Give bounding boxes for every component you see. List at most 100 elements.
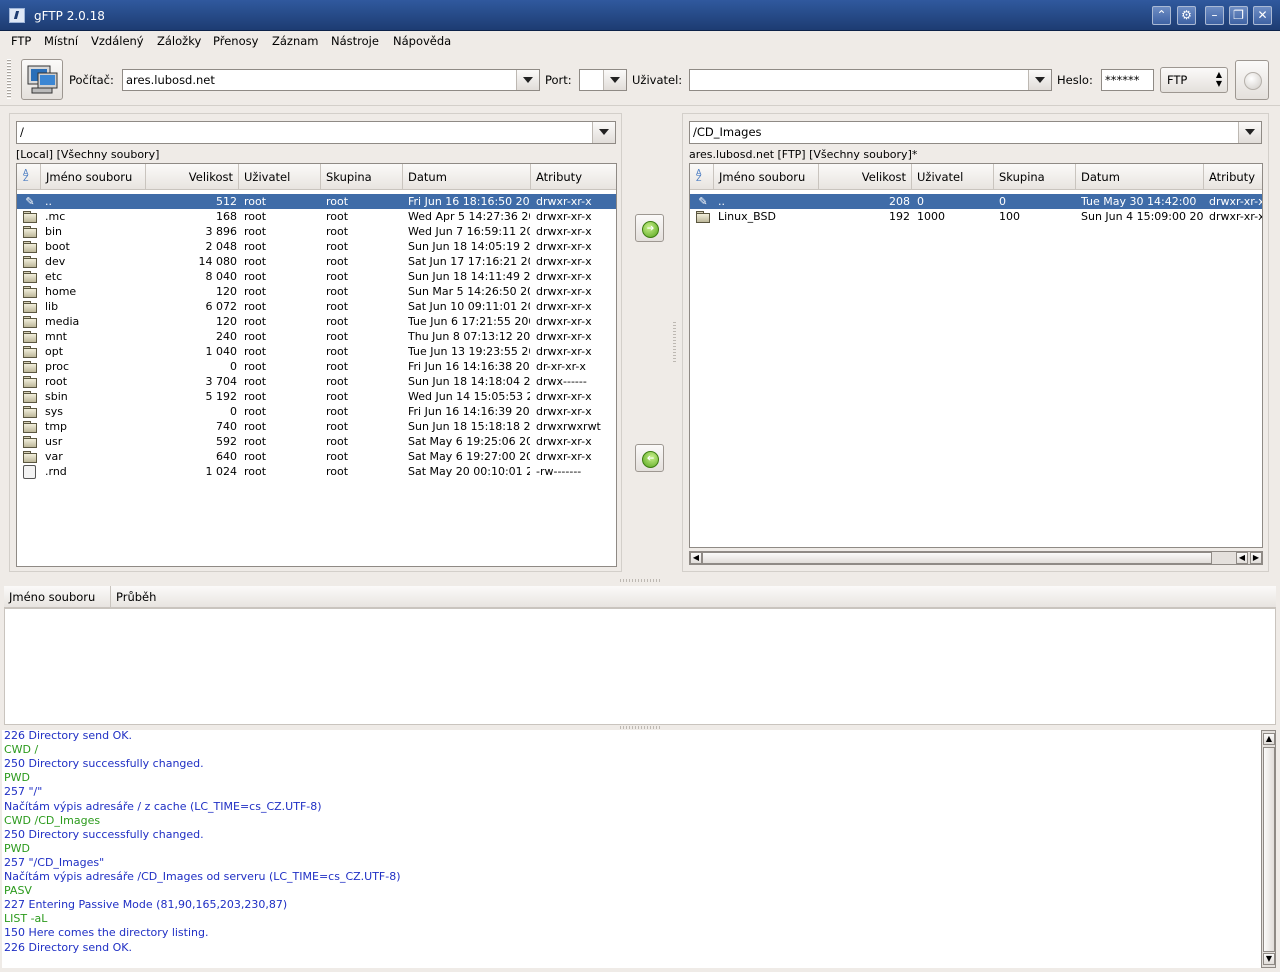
folder-icon bbox=[23, 376, 37, 388]
local-path-input[interactable]: / bbox=[20, 125, 24, 139]
vertical-splitter[interactable] bbox=[620, 579, 660, 582]
remote-sort-header[interactable]: AZ bbox=[690, 164, 714, 190]
remote-path-combo[interactable]: /CD_Images bbox=[689, 121, 1262, 144]
folder-icon bbox=[23, 391, 37, 403]
chevron-down-icon[interactable] bbox=[1238, 122, 1261, 143]
keep-above-button[interactable]: ⚙ bbox=[1177, 6, 1196, 25]
menu-local[interactable]: Místní bbox=[44, 34, 78, 48]
scroll-thumb[interactable] bbox=[702, 552, 1212, 564]
log-splitter[interactable] bbox=[620, 726, 660, 729]
password-input[interactable]: ****** bbox=[1101, 69, 1154, 91]
local-path-combo[interactable]: / bbox=[16, 121, 616, 144]
transfers-col-progress[interactable]: Průběh bbox=[111, 586, 1276, 608]
maximize-button[interactable]: ❐ bbox=[1229, 6, 1248, 25]
transfers-list[interactable] bbox=[4, 608, 1276, 725]
local-cell-attrs: drwxr-xr-x bbox=[536, 330, 592, 343]
connect-button[interactable] bbox=[21, 59, 63, 100]
host-combo[interactable]: ares.lubosd.net bbox=[122, 69, 540, 91]
scroll-down-icon[interactable]: ▼ bbox=[1263, 953, 1275, 965]
folder-icon bbox=[23, 361, 37, 373]
chevron-down-icon[interactable] bbox=[1028, 70, 1051, 90]
chevron-down-icon[interactable] bbox=[516, 70, 539, 90]
user-combo[interactable] bbox=[689, 69, 1052, 91]
local-col-date[interactable]: Datum bbox=[403, 164, 531, 190]
local-row[interactable]: .rnd 1 024 root root Sat May 20 00:10:01 200… bbox=[17, 464, 616, 479]
host-input[interactable]: ares.lubosd.net bbox=[126, 73, 215, 87]
local-col-size[interactable]: Velikost bbox=[146, 164, 239, 190]
local-row[interactable]: usr 592 root root Sat May 6 19:25:06 2006 drw… bbox=[17, 434, 616, 449]
menu-log[interactable]: Záznam bbox=[272, 34, 319, 48]
local-col-attrs[interactable]: Atributy bbox=[531, 164, 616, 190]
local-cell-date: Tue Jun 13 19:23:55 2006 bbox=[408, 345, 530, 358]
local-col-group[interactable]: Skupina bbox=[321, 164, 403, 190]
local-row[interactable]: bin 3 896 root root Wed Jun 7 16:59:11 2006 d… bbox=[17, 224, 616, 239]
local-row[interactable]: root 3 704 root root Sun Jun 18 14:18:04 200… bbox=[17, 374, 616, 389]
local-cell-group: root bbox=[326, 450, 349, 463]
app-icon[interactable] bbox=[9, 8, 25, 23]
local-row[interactable]: sbin 5 192 root root Wed Jun 14 15:05:53 200… bbox=[17, 389, 616, 404]
toolbar-grip[interactable] bbox=[7, 59, 11, 99]
scroll-right-icon[interactable]: ▶ bbox=[1250, 552, 1262, 564]
local-cell-size: 3 704 bbox=[205, 375, 238, 388]
scroll-left-icon[interactable]: ◀ bbox=[1236, 552, 1248, 564]
local-cell-name: tmp bbox=[45, 420, 68, 433]
title-bar[interactable]: gFTP 2.0.18 ⌃ ⚙ – ❐ ✕ bbox=[0, 0, 1280, 31]
remote-file-list[interactable]: AZ Jméno souboru Velikost Uživatel Skupi… bbox=[689, 163, 1263, 548]
local-row[interactable]: sys 0 root root Fri Jun 16 14:16:39 2006 drwx… bbox=[17, 404, 616, 419]
local-row[interactable]: mnt 240 root root Thu Jun 8 07:13:12 2006 drw… bbox=[17, 329, 616, 344]
remote-col-attrs[interactable]: Atributy bbox=[1204, 164, 1262, 190]
chevron-down-icon[interactable] bbox=[592, 122, 615, 143]
local-cell-attrs: dr-xr-xr-x bbox=[536, 360, 586, 373]
local-row[interactable]: opt 1 040 root root Tue Jun 13 19:23:55 2006… bbox=[17, 344, 616, 359]
local-col-name[interactable]: Jméno souboru bbox=[41, 164, 146, 190]
menu-remote[interactable]: Vzdálený bbox=[91, 34, 144, 48]
scroll-left-icon[interactable]: ◀ bbox=[690, 552, 702, 564]
download-button[interactable]: ➔ bbox=[635, 444, 664, 472]
menu-ftp[interactable]: FTP bbox=[11, 34, 31, 48]
local-row[interactable]: proc 0 root root Fri Jun 16 14:16:38 2006 dr-… bbox=[17, 359, 616, 374]
local-col-user[interactable]: Uživatel bbox=[239, 164, 321, 190]
folder-icon bbox=[23, 346, 37, 358]
menu-help[interactable]: Nápověda bbox=[393, 34, 451, 48]
remote-col-user[interactable]: Uživatel bbox=[912, 164, 994, 190]
local-row[interactable]: boot 2 048 root root Sun Jun 18 14:05:19 200… bbox=[17, 239, 616, 254]
transfers-col-name[interactable]: Jméno souboru bbox=[4, 586, 111, 608]
scroll-up-icon[interactable]: ▲ bbox=[1263, 733, 1275, 745]
remote-col-date[interactable]: Datum bbox=[1076, 164, 1204, 190]
local-row[interactable]: var 640 root root Sat May 6 19:27:00 2006 drw… bbox=[17, 449, 616, 464]
local-sort-header[interactable]: AZ bbox=[17, 164, 41, 190]
remote-row[interactable]: Linux_BSD 192 1000 100 Sun Jun 4 15:09:00 20… bbox=[690, 209, 1262, 224]
close-button[interactable]: ✕ bbox=[1253, 6, 1272, 25]
pane-splitter[interactable] bbox=[673, 322, 676, 364]
stop-button[interactable] bbox=[1235, 60, 1269, 100]
protocol-select[interactable]: FTP ▲ ▼ bbox=[1160, 67, 1228, 93]
local-row[interactable]: .mc 168 root root Wed Apr 5 14:27:36 2006 drw… bbox=[17, 209, 616, 224]
chevron-down-icon[interactable] bbox=[603, 70, 626, 90]
local-row[interactable]: etc 8 040 root root Sun Jun 18 14:11:49 2006… bbox=[17, 269, 616, 284]
remote-path-input[interactable]: /CD_Images bbox=[693, 125, 762, 139]
local-cell-group: root bbox=[326, 420, 349, 433]
menu-tools[interactable]: Nástroje bbox=[331, 34, 379, 48]
local-row[interactable]: lib 6 072 root root Sat Jun 10 09:11:01 2006… bbox=[17, 299, 616, 314]
log-vscrollbar[interactable]: ▲ ▼ bbox=[1261, 730, 1276, 968]
remote-col-name[interactable]: Jméno souboru bbox=[714, 164, 819, 190]
remote-col-size[interactable]: Velikost bbox=[819, 164, 912, 190]
log-view[interactable]: 226 Directory send OK. CWD /250 Directory… bbox=[2, 730, 1262, 968]
minimize-button[interactable]: – bbox=[1205, 6, 1224, 25]
upload-button[interactable]: ➔ bbox=[635, 214, 664, 242]
local-row[interactable]: home 120 root root Sun Mar 5 14:26:50 2006 dr… bbox=[17, 284, 616, 299]
local-row[interactable]: media 120 root root Tue Jun 6 17:21:55 2006 d… bbox=[17, 314, 616, 329]
remote-row[interactable]: ✎.. 208 0 0 Tue May 30 14:42:00 drwxr-xr-x bbox=[690, 194, 1262, 209]
scroll-thumb[interactable] bbox=[1263, 747, 1275, 952]
port-combo[interactable] bbox=[579, 69, 627, 91]
local-status: [Local] [Všechny soubory] bbox=[16, 148, 160, 161]
local-file-list[interactable]: AZ Jméno souboru Velikost Uživatel Skupi… bbox=[16, 163, 617, 567]
local-row[interactable]: tmp 740 root root Sun Jun 18 15:18:18 2006 dr… bbox=[17, 419, 616, 434]
remote-col-group[interactable]: Skupina bbox=[994, 164, 1076, 190]
shade-button[interactable]: ⌃ bbox=[1152, 6, 1171, 25]
local-row[interactable]: dev 14 080 root root Sat Jun 17 17:16:21 200… bbox=[17, 254, 616, 269]
menu-bookmarks[interactable]: Záložky bbox=[157, 34, 201, 48]
menu-transfers[interactable]: Přenosy bbox=[213, 34, 258, 48]
remote-hscrollbar[interactable]: ◀ ◀ ▶ bbox=[689, 551, 1263, 565]
local-row[interactable]: ✎.. 512 root root Fri Jun 16 18:16:50 2006 dr… bbox=[17, 194, 616, 209]
